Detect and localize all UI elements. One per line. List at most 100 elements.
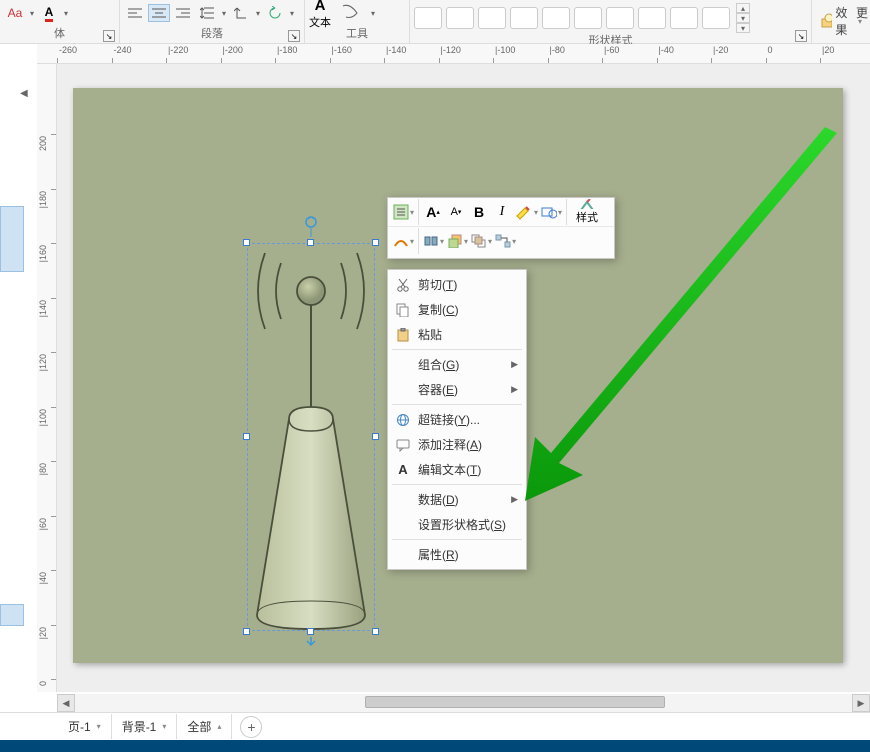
align-left-button[interactable] [124, 4, 146, 22]
shape-thumb[interactable] [574, 7, 602, 29]
left-panel-strip[interactable] [0, 206, 24, 272]
shape-thumb[interactable] [606, 7, 634, 29]
rotate-handle[interactable] [304, 215, 318, 237]
menu-hyperlink[interactable]: 超链接(Y)... [388, 407, 526, 432]
scroll-thumb[interactable] [365, 696, 665, 708]
resize-handle[interactable] [372, 628, 379, 635]
separator [418, 228, 419, 254]
align-center-button[interactable] [148, 4, 170, 22]
menu-label: 属性(R) [418, 546, 518, 563]
text-icon: A [394, 461, 412, 479]
bold-button[interactable]: B [468, 200, 490, 224]
line-spacing-button[interactable] [196, 4, 218, 22]
font-aa-button[interactable]: Aa [4, 4, 26, 22]
paste-icon [394, 326, 412, 344]
menu-format-shape[interactable]: 设置形状格式(S) [388, 512, 526, 537]
ruler-horizontal: -260-240|-220|-200|-180|-160|-140|-120|-… [37, 44, 870, 64]
shape-style-gallery[interactable]: ▴▾▾ [414, 3, 750, 33]
menu-paste[interactable]: 粘贴 [388, 322, 526, 347]
align-button[interactable]: ▾ [422, 229, 445, 253]
align-right-button[interactable] [172, 4, 194, 22]
add-page-button[interactable]: + [240, 716, 262, 738]
resize-handle[interactable] [372, 239, 379, 246]
line-button[interactable]: ▾ [392, 229, 415, 253]
resize-handle[interactable] [243, 628, 250, 635]
shape-thumb[interactable] [510, 7, 538, 29]
collapse-sidebar-icon[interactable]: ◀ [20, 88, 30, 100]
shape-thumb[interactable] [702, 7, 730, 29]
shape-thumb[interactable] [414, 7, 442, 29]
connector-button[interactable]: ▾ [494, 229, 517, 253]
highlight-button[interactable]: ▾ [514, 200, 539, 224]
scroll-track[interactable] [75, 694, 852, 712]
dropdown-icon[interactable]: ▾ [288, 4, 296, 22]
separator [392, 484, 522, 485]
dialog-launcher-icon[interactable]: ↘ [288, 30, 300, 42]
group-button[interactable]: ▾ [470, 229, 493, 253]
menu-label: 设置形状格式(S) [418, 516, 518, 533]
shape-thumb[interactable] [670, 7, 698, 29]
menu-edit-text[interactable]: A 编辑文本(T) [388, 457, 526, 482]
shape-thumb[interactable] [446, 7, 474, 29]
resize-handle[interactable] [243, 433, 250, 440]
font-color-button[interactable]: A [38, 4, 60, 22]
gallery-scroll[interactable]: ▴▾▾ [736, 3, 750, 33]
dropdown-icon[interactable]: ▾ [28, 4, 36, 22]
tab-background-1[interactable]: 背景-1▾ [112, 714, 178, 739]
menu-data[interactable]: 数据(D) ▶ [388, 487, 526, 512]
resize-handle[interactable] [243, 239, 250, 246]
dropdown-icon[interactable]: ▾ [369, 4, 377, 22]
menu-properties[interactable]: 属性(R) [388, 542, 526, 567]
tab-all[interactable]: 全部▴ [177, 714, 232, 739]
dialog-launcher-icon[interactable]: ↘ [103, 30, 115, 42]
bring-front-button[interactable]: ▾ [446, 229, 469, 253]
scroll-left-button[interactable]: ◀ [57, 694, 75, 712]
bottom-bar: 页-1▾ 背景-1▾ 全部▴ + [0, 712, 870, 752]
selection-border [247, 243, 375, 631]
canvas[interactable]: ▾ A▴ A▾ B I ▾ ▾ 样式 ▾ ▾ ▾ ▾ ▾ [57, 64, 870, 692]
fill-button[interactable]: ▾ [392, 200, 415, 224]
ribbon-group-tools: A 文本 ▾ 工具 [305, 0, 410, 44]
menu-copy[interactable]: 复制(C) [388, 297, 526, 322]
page-tabs: 页-1▾ 背景-1▾ 全部▴ + [0, 712, 870, 740]
italic-button[interactable]: I [491, 200, 513, 224]
tools-group-label: 工具 [309, 25, 405, 42]
endpoint-handle[interactable] [306, 637, 316, 647]
menu-group[interactable]: 组合(G) ▶ [388, 352, 526, 377]
shape-button[interactable]: ▾ [540, 200, 563, 224]
decrease-font-button[interactable]: A▾ [445, 200, 467, 224]
resize-handle[interactable] [307, 628, 314, 635]
scroll-right-button[interactable]: ▶ [852, 694, 870, 712]
menu-label: 添加注释(A) [418, 436, 518, 453]
shape-thumb[interactable] [542, 7, 570, 29]
shape-thumb[interactable] [638, 7, 666, 29]
menu-label: 数据(D) [418, 491, 511, 508]
menu-cut[interactable]: 剪切(T) [388, 272, 526, 297]
horizontal-scrollbar[interactable]: ◀ ▶ [57, 694, 870, 712]
separator [392, 349, 522, 350]
ruler-vertical: 200|180|160|140|120|100|80|60|40|200 [37, 64, 57, 692]
selected-shape[interactable] [247, 243, 375, 631]
menu-container[interactable]: 容器(E) ▶ [388, 377, 526, 402]
dropdown-icon[interactable]: ▾ [254, 4, 262, 22]
direction-button[interactable] [230, 4, 252, 22]
ribbon-group-font: Aa ▾ A ▾ 体 ↘ [0, 0, 120, 44]
dropdown-icon[interactable]: ▾ [62, 4, 70, 22]
separator [392, 404, 522, 405]
style-button[interactable]: 样式 [570, 198, 604, 226]
resize-handle[interactable] [307, 239, 314, 246]
increase-font-button[interactable]: A▴ [422, 200, 444, 224]
menu-label: 粘贴 [418, 326, 518, 343]
pencil-tool-button[interactable] [339, 4, 361, 22]
resize-handle[interactable] [372, 433, 379, 440]
menu-comment[interactable]: 添加注释(A) [388, 432, 526, 457]
rotate-text-button[interactable] [264, 4, 286, 22]
dropdown-icon[interactable]: ▾ [220, 4, 228, 22]
tab-page-1[interactable]: 页-1▾ [58, 714, 112, 739]
left-panel-strip[interactable] [0, 604, 24, 626]
menu-label: 容器(E) [418, 381, 511, 398]
menu-label: 复制(C) [418, 301, 518, 318]
shape-thumb[interactable] [478, 7, 506, 29]
hyperlink-icon [394, 411, 412, 429]
dialog-launcher-icon[interactable]: ↘ [795, 30, 807, 42]
